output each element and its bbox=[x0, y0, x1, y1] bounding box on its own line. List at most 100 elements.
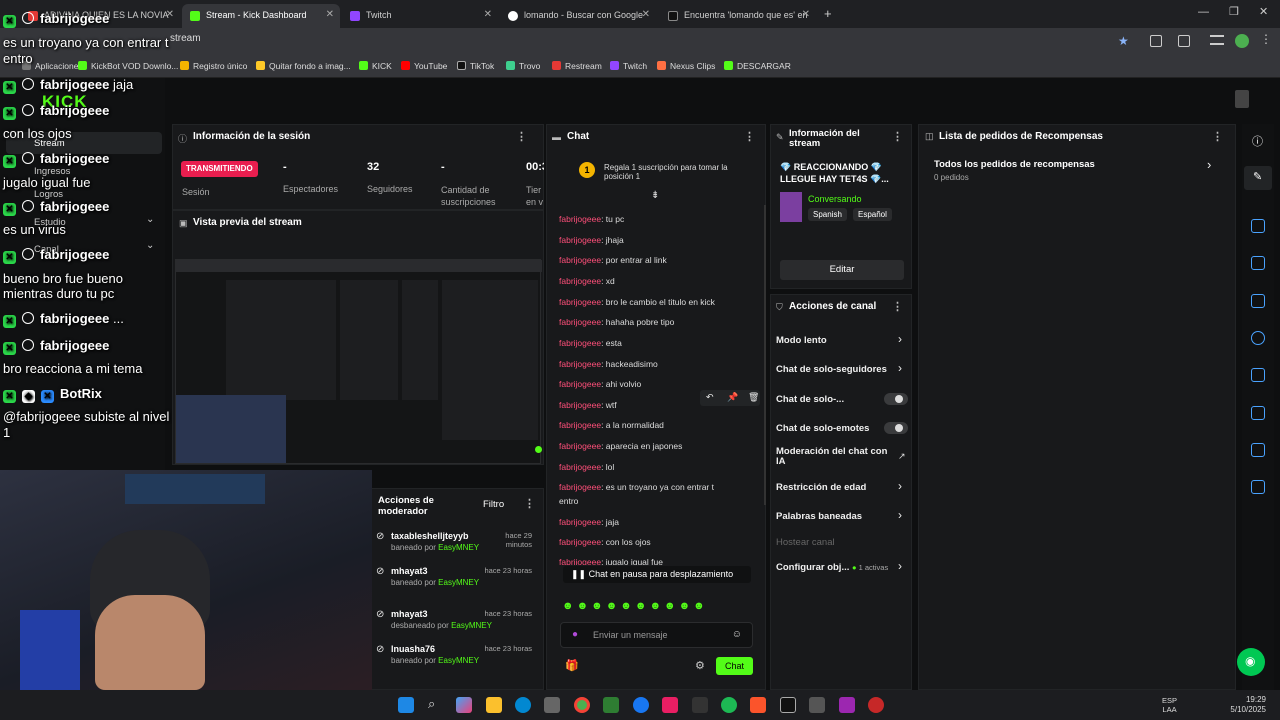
chat-username[interactable]: fabrijogeee bbox=[559, 400, 601, 410]
moderator-name[interactable]: EasyMNEY bbox=[438, 656, 479, 665]
browser-tab[interactable]: Twitch ✕ bbox=[342, 4, 498, 28]
chat-username[interactable]: fabrijogeee bbox=[559, 482, 601, 492]
broadcast-icon[interactable] bbox=[1251, 368, 1265, 382]
instagram-icon[interactable] bbox=[662, 697, 678, 713]
close-window-icon[interactable]: ✕ bbox=[1259, 5, 1268, 18]
external-link-icon[interactable]: ↗ bbox=[898, 451, 906, 462]
action-subs-only[interactable]: Chat de solo-... bbox=[776, 394, 844, 405]
browser-tab-active[interactable]: Stream - Kick Dashboard ✕ bbox=[182, 4, 340, 28]
moderator-name[interactable]: EasyMNEY bbox=[438, 543, 479, 552]
copilot-icon[interactable] bbox=[456, 697, 472, 713]
profile-avatar[interactable] bbox=[1235, 34, 1249, 48]
chat-icon[interactable] bbox=[1251, 331, 1265, 345]
mod-target-user[interactable]: mhayat3 bbox=[391, 566, 428, 576]
info-icon[interactable]: ⓘ bbox=[1252, 133, 1263, 149]
bookmark-item[interactable]: Restream bbox=[552, 61, 602, 71]
store-icon[interactable] bbox=[544, 697, 560, 713]
facebook-icon[interactable] bbox=[633, 697, 649, 713]
more-menu-icon[interactable]: ⋮ bbox=[1260, 32, 1272, 46]
chat-username[interactable]: fabrijogeee bbox=[559, 557, 601, 565]
widget-icon[interactable] bbox=[1251, 219, 1265, 233]
extensions-puzzle-icon[interactable] bbox=[1178, 35, 1190, 47]
chat-message[interactable]: fabrijogeee: aparecia en japones bbox=[559, 441, 682, 451]
chrome-icon[interactable] bbox=[574, 697, 590, 713]
pin-icon[interactable]: 📌 bbox=[727, 392, 738, 403]
url-field[interactable]: stream bbox=[170, 33, 201, 44]
close-icon[interactable]: ✕ bbox=[326, 9, 334, 20]
chat-message[interactable]: fabrijogeee: esta bbox=[559, 338, 622, 348]
obs-icon[interactable] bbox=[692, 697, 708, 713]
action-ai-moderation[interactable]: Moderación del chat con IA bbox=[776, 447, 894, 467]
chat-message[interactable]: fabrijogeee: por entrar al link bbox=[559, 255, 667, 265]
edit-layout-button[interactable]: ✎ bbox=[1244, 166, 1272, 190]
close-icon[interactable]: ✕ bbox=[166, 9, 174, 20]
apps-icon[interactable] bbox=[1251, 480, 1265, 494]
mic-icon[interactable]: ● bbox=[572, 629, 578, 640]
new-tab-icon[interactable]: + bbox=[824, 6, 832, 21]
chat-username[interactable]: fabrijogeee bbox=[559, 235, 601, 245]
chat-scrollbar[interactable] bbox=[764, 205, 766, 505]
chevron-down-icon[interactable]: ⌄ bbox=[146, 214, 154, 225]
bookmark-item[interactable]: DESCARGAR bbox=[724, 61, 791, 71]
chat-username[interactable]: fabrijogeee bbox=[559, 359, 601, 369]
chevron-right-icon[interactable]: › bbox=[898, 361, 902, 375]
action-goals[interactable]: Configurar obj... bbox=[776, 562, 849, 573]
app-icon[interactable] bbox=[868, 697, 884, 713]
bookmark-item[interactable]: Nexus Clips bbox=[657, 61, 715, 71]
emotes-only-toggle[interactable] bbox=[884, 422, 908, 434]
chevron-right-icon[interactable]: › bbox=[898, 508, 902, 522]
bookmark-item[interactable]: YouTube bbox=[401, 61, 447, 71]
chat-username[interactable]: fabrijogeee bbox=[559, 255, 601, 265]
stream-preview-video[interactable] bbox=[175, 259, 542, 464]
chat-username[interactable]: fabrijogeee bbox=[559, 517, 601, 527]
bookmark-star-icon[interactable]: ★ bbox=[1118, 34, 1129, 48]
chat-message[interactable]: fabrijogeee: wtf bbox=[559, 400, 617, 410]
more-options-icon[interactable]: ⋮ bbox=[744, 130, 755, 143]
category-name[interactable]: Conversando bbox=[808, 194, 862, 204]
chat-username[interactable]: fabrijogeee bbox=[559, 537, 601, 547]
chat-message[interactable]: fabrijogeee: jugalo igual fue bbox=[559, 557, 663, 565]
gift-sub-banner[interactable]: Regala 1 suscripción para tomar la posic… bbox=[604, 163, 744, 181]
chat-message[interactable]: fabrijogeee: con los ojos bbox=[559, 537, 651, 547]
all-rewards-link[interactable]: Todos los pedidos de recompensas bbox=[934, 159, 1095, 170]
app-icon[interactable] bbox=[809, 697, 825, 713]
chat-username[interactable]: fabrijogeee bbox=[559, 297, 601, 307]
more-options-icon[interactable]: ⋮ bbox=[516, 130, 527, 143]
action-slow-mode[interactable]: Modo lento bbox=[776, 335, 827, 346]
chat-message[interactable]: fabrijogeee: bro le cambio el titulo en … bbox=[559, 297, 715, 307]
emoji-icon[interactable]: ☺ bbox=[732, 629, 742, 640]
chat-username[interactable]: fabrijogeee bbox=[559, 441, 601, 451]
mod-target-user[interactable]: taxableshelljteyyb bbox=[391, 531, 469, 541]
bookmark-item[interactable]: KickBot VOD Downlo... bbox=[78, 61, 178, 71]
chat-message[interactable]: fabrijogeee: lol bbox=[559, 462, 614, 472]
action-emotes-only[interactable]: Chat de solo-emotes bbox=[776, 423, 869, 434]
filter-button[interactable]: Filtro bbox=[483, 499, 504, 510]
moderator-name[interactable]: EasyMNEY bbox=[451, 621, 492, 630]
user-avatar[interactable] bbox=[1235, 90, 1249, 108]
chat-message[interactable]: fabrijogeee: a la normalidad bbox=[559, 420, 664, 430]
chevron-right-icon[interactable]: › bbox=[898, 479, 902, 493]
brave-icon[interactable] bbox=[750, 697, 766, 713]
media-control-icon[interactable] bbox=[1210, 35, 1224, 45]
search-icon[interactable]: ⌕ bbox=[428, 696, 435, 712]
emote-bar[interactable]: ☻☻☻☻☻☻☻☻☻☻ bbox=[562, 600, 752, 614]
chat-message[interactable]: fabrijogeee: es un troyano ya con entrar… bbox=[559, 482, 714, 492]
app-icon[interactable] bbox=[603, 697, 619, 713]
more-options-icon[interactable]: ⋮ bbox=[892, 130, 903, 143]
more-options-icon[interactable]: ⋮ bbox=[1212, 130, 1223, 143]
browser-tab[interactable]: lomando - Buscar con Google ✕ bbox=[500, 4, 656, 28]
chat-username[interactable]: fabrijogeee bbox=[559, 462, 601, 472]
chevron-down-icon[interactable]: ⌄ bbox=[146, 240, 154, 251]
bookmark-item[interactable]: Registro único bbox=[180, 61, 247, 71]
chat-username[interactable]: fabrijogeee bbox=[559, 214, 601, 224]
action-followers-only[interactable]: Chat de solo-seguidores bbox=[776, 364, 887, 375]
mod-target-user[interactable]: lnuasha76 bbox=[391, 644, 435, 654]
chat-username[interactable]: fabrijogeee bbox=[559, 379, 601, 389]
edit-stream-button[interactable]: Editar bbox=[780, 260, 904, 280]
mod-target-user[interactable]: mhayat3 bbox=[391, 609, 428, 619]
language-indicator[interactable]: ESP LAA bbox=[1162, 696, 1177, 714]
delete-icon[interactable]: 🗑 bbox=[748, 392, 759, 403]
bookmark-item[interactable]: Quitar fondo a imag... bbox=[256, 61, 351, 71]
support-chat-button[interactable]: ◉ bbox=[1237, 648, 1265, 676]
more-options-icon[interactable]: ⋮ bbox=[892, 300, 903, 313]
